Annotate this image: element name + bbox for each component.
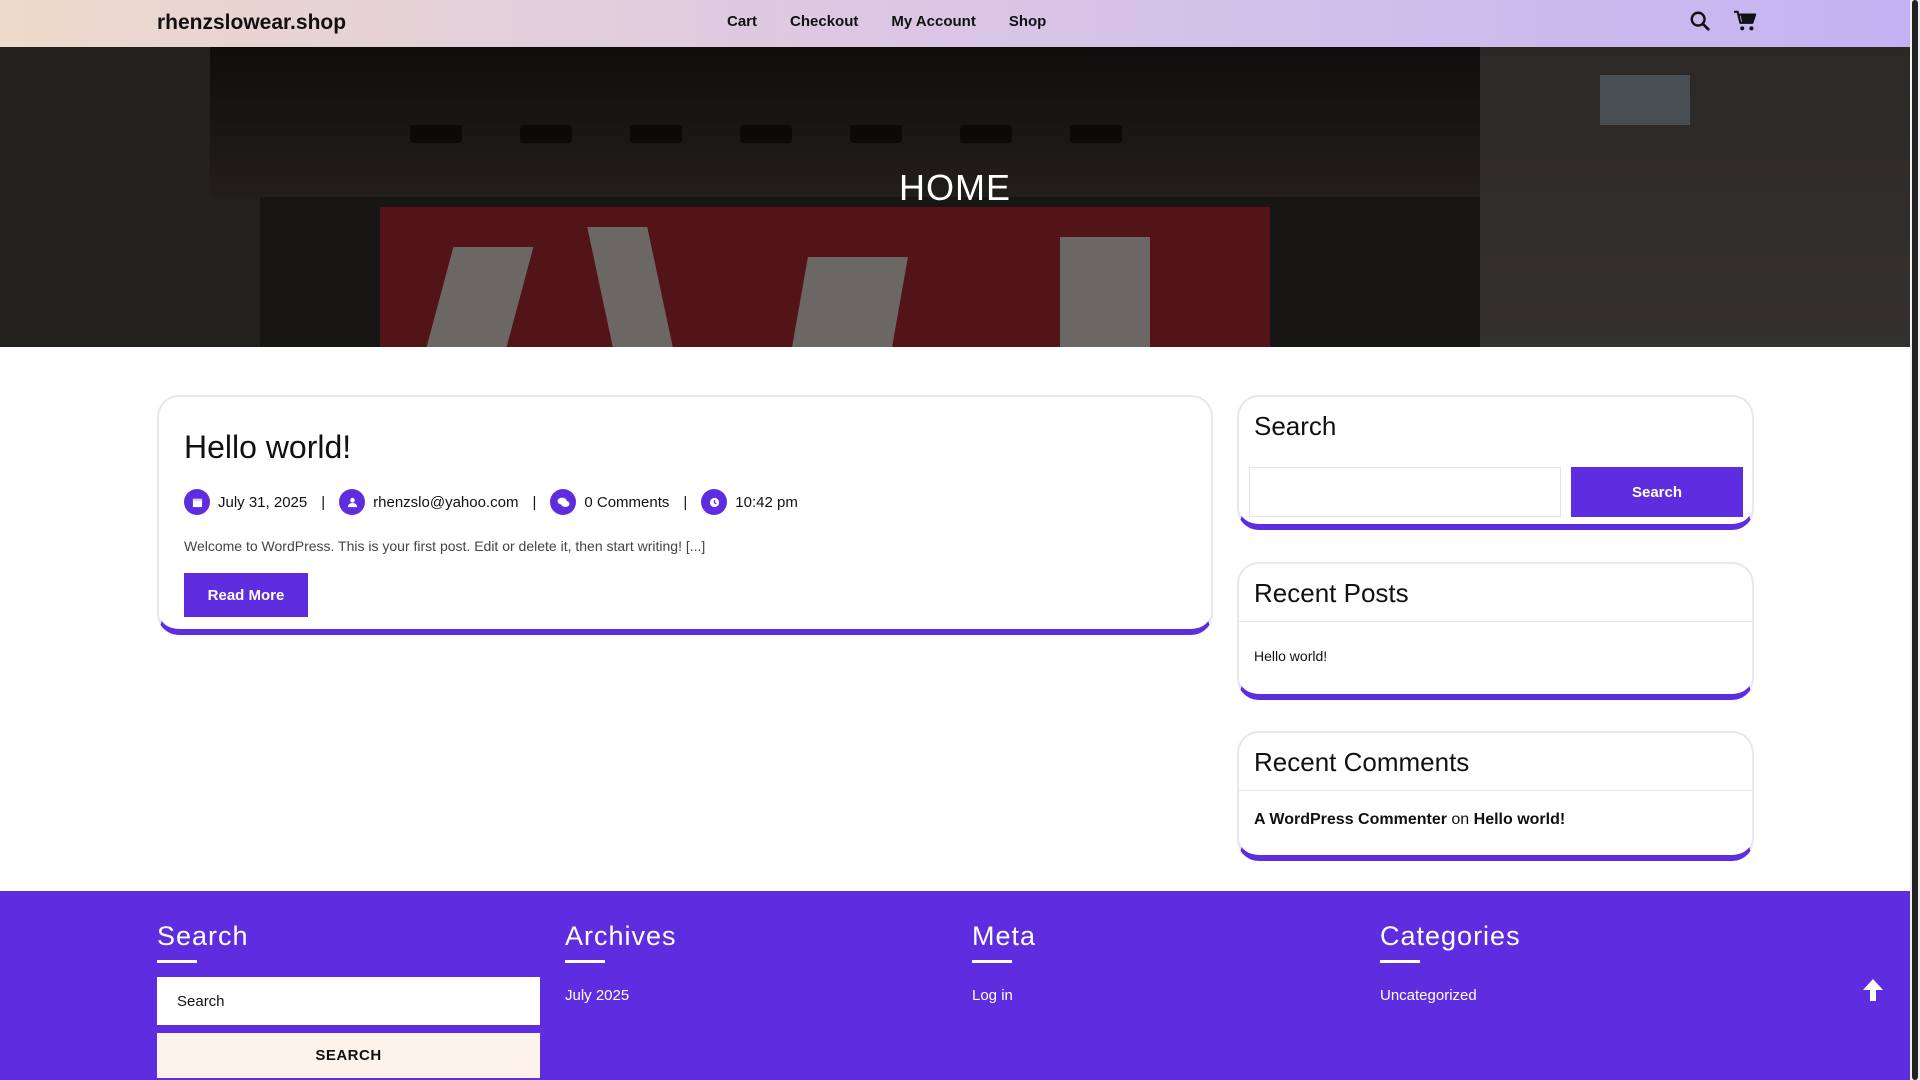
comment-on-text: on	[1451, 811, 1470, 828]
recent-comments-widget: Recent Comments A WordPress Commenter on…	[1237, 731, 1754, 861]
clock-icon	[701, 489, 728, 515]
sidebar-search-input[interactable]	[1249, 467, 1561, 517]
post-excerpt: Welcome to WordPress. This is your first…	[184, 538, 706, 554]
nav-item-shop[interactable]: Shop	[1009, 13, 1047, 30]
archive-link[interactable]: July 2025	[565, 987, 677, 1004]
footer-search-column: Search	[157, 921, 249, 963]
post-time: 10:42 pm	[735, 493, 798, 511]
site-title[interactable]: rhenzslowear.shop	[157, 11, 346, 35]
nav-item-my-account[interactable]: My Account	[891, 13, 975, 30]
footer-widget-title: Search	[157, 921, 249, 951]
recent-posts-widget: Recent Posts Hello world!	[1237, 562, 1754, 700]
scrollbar-thumb[interactable]	[1912, 0, 1918, 1080]
recent-post-link[interactable]: Hello world!	[1239, 622, 1752, 690]
footer-meta-column: Meta Log in	[972, 921, 1036, 1004]
post-title[interactable]: Hello world!	[184, 429, 351, 466]
title-underline	[972, 960, 1012, 963]
meta-separator: |	[321, 493, 326, 511]
post-author[interactable]: rhenzslo@yahoo.com	[373, 494, 518, 511]
post-card: Hello world! July 31, 2025 | rhenzslo@ya…	[157, 395, 1213, 635]
cart-icon[interactable]	[1733, 10, 1757, 32]
post-comments-count[interactable]: 0 Comments	[584, 494, 669, 511]
meta-separator: |	[683, 493, 688, 511]
page-scrollbar[interactable]	[1910, 0, 1920, 1080]
login-link[interactable]: Log in	[972, 987, 1036, 1004]
main-menu: Cart Checkout My Account Shop	[727, 13, 1046, 30]
read-more-button[interactable]: Read More	[184, 573, 308, 617]
post-meta: July 31, 2025 | rhenzslo@yahoo.com | 0 C…	[184, 489, 798, 515]
user-icon	[339, 489, 366, 515]
meta-separator: |	[532, 493, 537, 511]
page-title: HOME	[899, 167, 1011, 208]
footer-search-input[interactable]: Search	[157, 977, 540, 1025]
recent-comment-item: A WordPress Commenter on Hello world!	[1239, 791, 1752, 849]
category-link[interactable]: Uncategorized	[1380, 987, 1521, 1004]
header-actions	[1689, 10, 1757, 32]
sidebar-search-button[interactable]: Search	[1571, 467, 1743, 517]
widget-title: Search	[1254, 411, 1337, 441]
search-icon[interactable]	[1689, 10, 1711, 32]
comments-icon	[550, 489, 577, 515]
comment-post-link[interactable]: Hello world!	[1474, 811, 1566, 828]
hero-banner: HOME	[0, 47, 1910, 347]
footer-search-button[interactable]: SEARCH	[157, 1033, 540, 1078]
widget-title: Recent Comments	[1254, 747, 1470, 777]
scroll-to-top-arrow-icon[interactable]	[1861, 977, 1885, 1003]
footer-categories-column: Categories Uncategorized	[1380, 921, 1521, 1004]
nav-item-checkout[interactable]: Checkout	[790, 13, 858, 30]
title-underline	[1380, 960, 1420, 963]
post-date[interactable]: July 31, 2025	[218, 494, 307, 511]
footer-widget-title: Categories	[1380, 921, 1521, 951]
top-navigation-bar: rhenzslowear.shop Cart Checkout My Accou…	[0, 0, 1910, 47]
footer-widget-title: Meta	[972, 921, 1037, 951]
widget-title: Recent Posts	[1254, 578, 1409, 608]
title-underline	[565, 960, 605, 963]
comment-author-link[interactable]: A WordPress Commenter	[1254, 811, 1447, 828]
footer-archives-column: Archives July 2025	[565, 921, 677, 1004]
footer-widget-title: Archives	[565, 921, 677, 951]
nav-item-cart[interactable]: Cart	[727, 13, 757, 30]
sidebar-search-widget: Search Search	[1237, 395, 1754, 530]
title-underline	[157, 960, 197, 963]
calendar-icon	[184, 489, 210, 515]
